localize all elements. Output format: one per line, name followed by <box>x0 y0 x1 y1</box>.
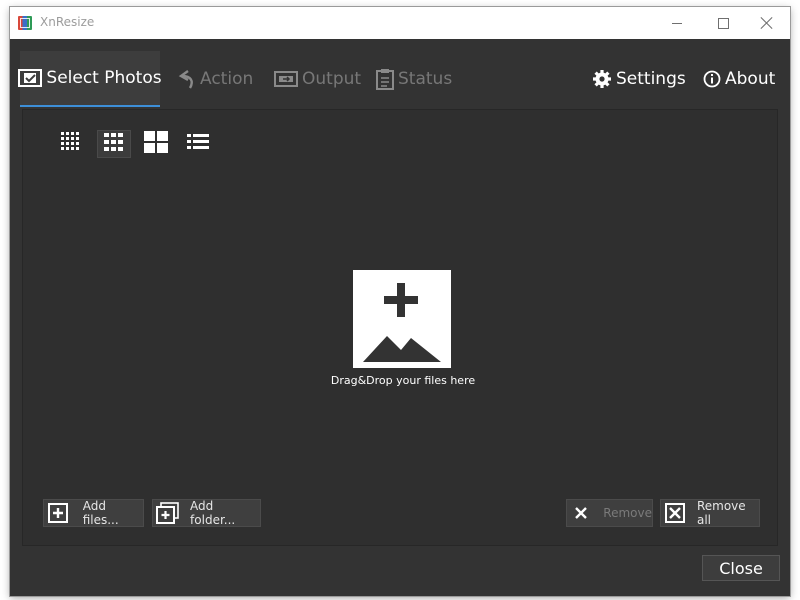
add-folder-label: Add folder... <box>190 499 236 527</box>
settings-label: Settings <box>616 69 686 89</box>
select-photos-icon <box>18 69 43 87</box>
output-icon <box>274 71 298 87</box>
close-button[interactable]: Close <box>702 555 780 581</box>
remove-all-label: Remove all <box>696 499 746 527</box>
app-window: XnResize Select Photos Action Output Sta… <box>10 7 790 596</box>
medium-grid-icon <box>104 133 124 155</box>
maximize-button[interactable] <box>700 7 746 39</box>
tab-status[interactable]: Status <box>376 51 452 107</box>
window-close-button[interactable] <box>744 7 790 39</box>
tab-output[interactable]: Output <box>274 51 361 107</box>
app-logo-icon <box>18 16 32 30</box>
settings-link[interactable]: Settings <box>592 51 686 107</box>
remove-all-button[interactable]: Remove all <box>660 499 760 527</box>
tab-label: Action <box>200 69 254 89</box>
tab-label: Output <box>302 69 362 89</box>
small-grid-icon <box>61 132 83 156</box>
maximize-icon <box>717 17 729 29</box>
remove-button[interactable]: Remove <box>566 499 653 527</box>
add-file-icon <box>44 499 73 527</box>
about-label: About <box>725 69 776 89</box>
tab-bar: Select Photos Action Output Status Setti… <box>10 39 790 109</box>
list-icon <box>187 134 209 154</box>
photo-list-panel[interactable]: Drag&Drop your files here Add files... A… <box>22 109 778 546</box>
remove-icon <box>567 499 595 527</box>
action-icon <box>178 68 196 90</box>
large-grid-icon <box>144 131 168 157</box>
large-grid-view-button[interactable] <box>139 130 173 158</box>
about-link[interactable]: About <box>703 51 775 107</box>
window-title: XnResize <box>40 15 95 29</box>
add-files-label: Add files... <box>82 499 119 527</box>
add-folder-icon <box>153 499 182 527</box>
minimize-button[interactable] <box>654 7 700 39</box>
tab-label: Select Photos <box>46 68 162 88</box>
list-view-button[interactable] <box>181 130 215 158</box>
dropzone[interactable] <box>353 270 451 368</box>
medium-grid-view-button[interactable] <box>97 130 131 158</box>
tab-select-photos[interactable]: Select Photos <box>18 51 162 107</box>
tab-action[interactable]: Action <box>178 51 253 107</box>
remove-all-icon <box>661 499 689 527</box>
dropzone-label: Drag&Drop your files here <box>330 374 476 387</box>
add-image-icon <box>353 283 451 372</box>
title-bar: XnResize <box>10 7 790 39</box>
info-icon <box>703 70 721 88</box>
tab-label: Status <box>398 69 453 89</box>
add-folder-button[interactable]: Add folder... <box>152 499 261 527</box>
add-files-button[interactable]: Add files... <box>43 499 144 527</box>
gear-icon <box>592 69 612 89</box>
remove-label: Remove <box>603 506 652 520</box>
small-grid-view-button[interactable] <box>55 130 89 158</box>
close-icon <box>761 17 773 29</box>
status-icon <box>376 68 394 90</box>
minimize-icon <box>672 22 682 24</box>
